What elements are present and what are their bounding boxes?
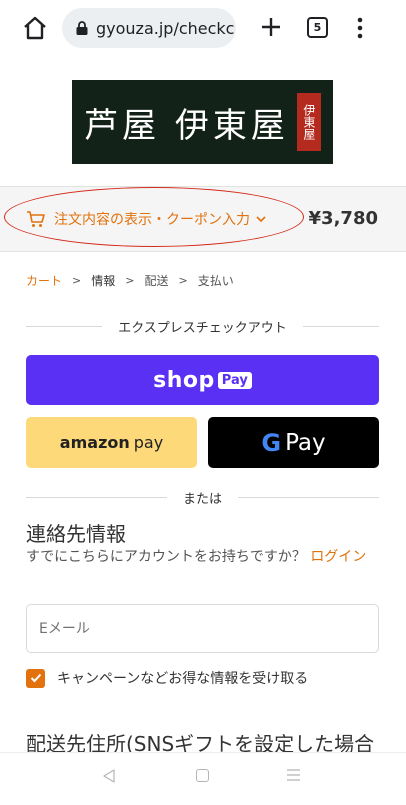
tab-switcher-button[interactable]: 5 (307, 17, 328, 38)
contact-heading: 連絡先情報 (26, 522, 126, 546)
logo-seal-text: 伊東屋 (301, 104, 316, 140)
home-nav-icon[interactable] (196, 769, 209, 782)
breadcrumb-payment: 支払い (197, 274, 234, 288)
lock-icon (76, 21, 88, 35)
divider-line (26, 497, 167, 498)
or-divider: または (26, 488, 380, 507)
newsletter-label: キャンペーンなどお得な情報を受け取る (57, 671, 309, 687)
express-checkout-heading: エクスプレスチェックアウト (118, 321, 287, 336)
breadcrumb-cart[interactable]: カート (26, 272, 62, 289)
express-checkout-divider: エクスプレスチェックアウト (26, 317, 379, 336)
url-text: gyouza.jp/checkc (96, 18, 235, 38)
order-total: ¥3,780 (308, 208, 378, 229)
divider-line (302, 326, 379, 327)
shop-pay-logo: shop (153, 367, 215, 393)
tab-count: 5 (313, 21, 322, 34)
breadcrumb-chevron-icon: > (72, 274, 82, 287)
more-menu-icon[interactable] (355, 16, 365, 40)
login-prompt: すでにこちらにアカウントをお持ちですか？ ログイン (26, 546, 382, 568)
google-g-letter: G (261, 428, 282, 457)
recent-apps-icon[interactable] (287, 769, 300, 781)
newsletter-checkbox[interactable] (26, 668, 45, 688)
divider-line (26, 326, 103, 327)
order-summary-bar: 注文内容の表示・クーポン入力 ¥3,780 (0, 186, 406, 252)
breadcrumb-chevron-icon: > (125, 274, 135, 287)
breadcrumb: カート > 情報 > 配送 > 支払い (26, 272, 234, 289)
system-navigation-bar (0, 752, 406, 805)
order-summary-label: 注文内容の表示・クーポン入力 (54, 212, 250, 228)
google-pay-label: Pay (285, 429, 326, 456)
breadcrumb-chevron-icon: > (178, 274, 188, 287)
divider-line (238, 497, 380, 498)
breadcrumb-shipping: 配送 (144, 274, 169, 288)
back-icon[interactable] (102, 769, 116, 783)
logo-seal: 伊東屋 (296, 93, 321, 151)
store-logo[interactable]: 芦屋 伊東屋 伊東屋 (72, 80, 333, 164)
home-icon[interactable] (22, 15, 48, 41)
shop-pay-badge: Pay (217, 371, 252, 389)
chevron-down-icon (256, 216, 266, 223)
logo-text: 芦屋 伊東屋 (84, 105, 289, 146)
google-pay-button[interactable]: G Pay (208, 417, 379, 468)
newsletter-checkbox-row[interactable]: キャンペーンなどお得な情報を受け取る (26, 668, 308, 688)
login-prompt-text: すでにこちらにアカウントをお持ちですか？ (26, 549, 306, 565)
order-summary-toggle[interactable]: 注文内容の表示・クーポン入力 (26, 209, 266, 229)
amazon-pay-suffix: pay (133, 433, 164, 452)
email-field[interactable] (26, 604, 379, 653)
amazon-pay-button[interactable]: amazon pay (26, 417, 197, 468)
amazon-pay-logo: amazon (59, 433, 130, 452)
cart-icon (27, 211, 45, 227)
checkmark-icon (30, 673, 41, 683)
browser-toolbar: gyouza.jp/checkc 5 (0, 0, 406, 56)
breadcrumb-information: 情報 (91, 274, 116, 288)
shop-pay-button[interactable]: shop Pay (26, 355, 379, 405)
address-bar[interactable]: gyouza.jp/checkc (62, 8, 236, 48)
google-g-icon: G (261, 429, 281, 457)
login-link[interactable]: ログイン (310, 549, 366, 565)
or-divider-text: または (183, 492, 223, 507)
new-tab-icon[interactable] (258, 14, 284, 40)
